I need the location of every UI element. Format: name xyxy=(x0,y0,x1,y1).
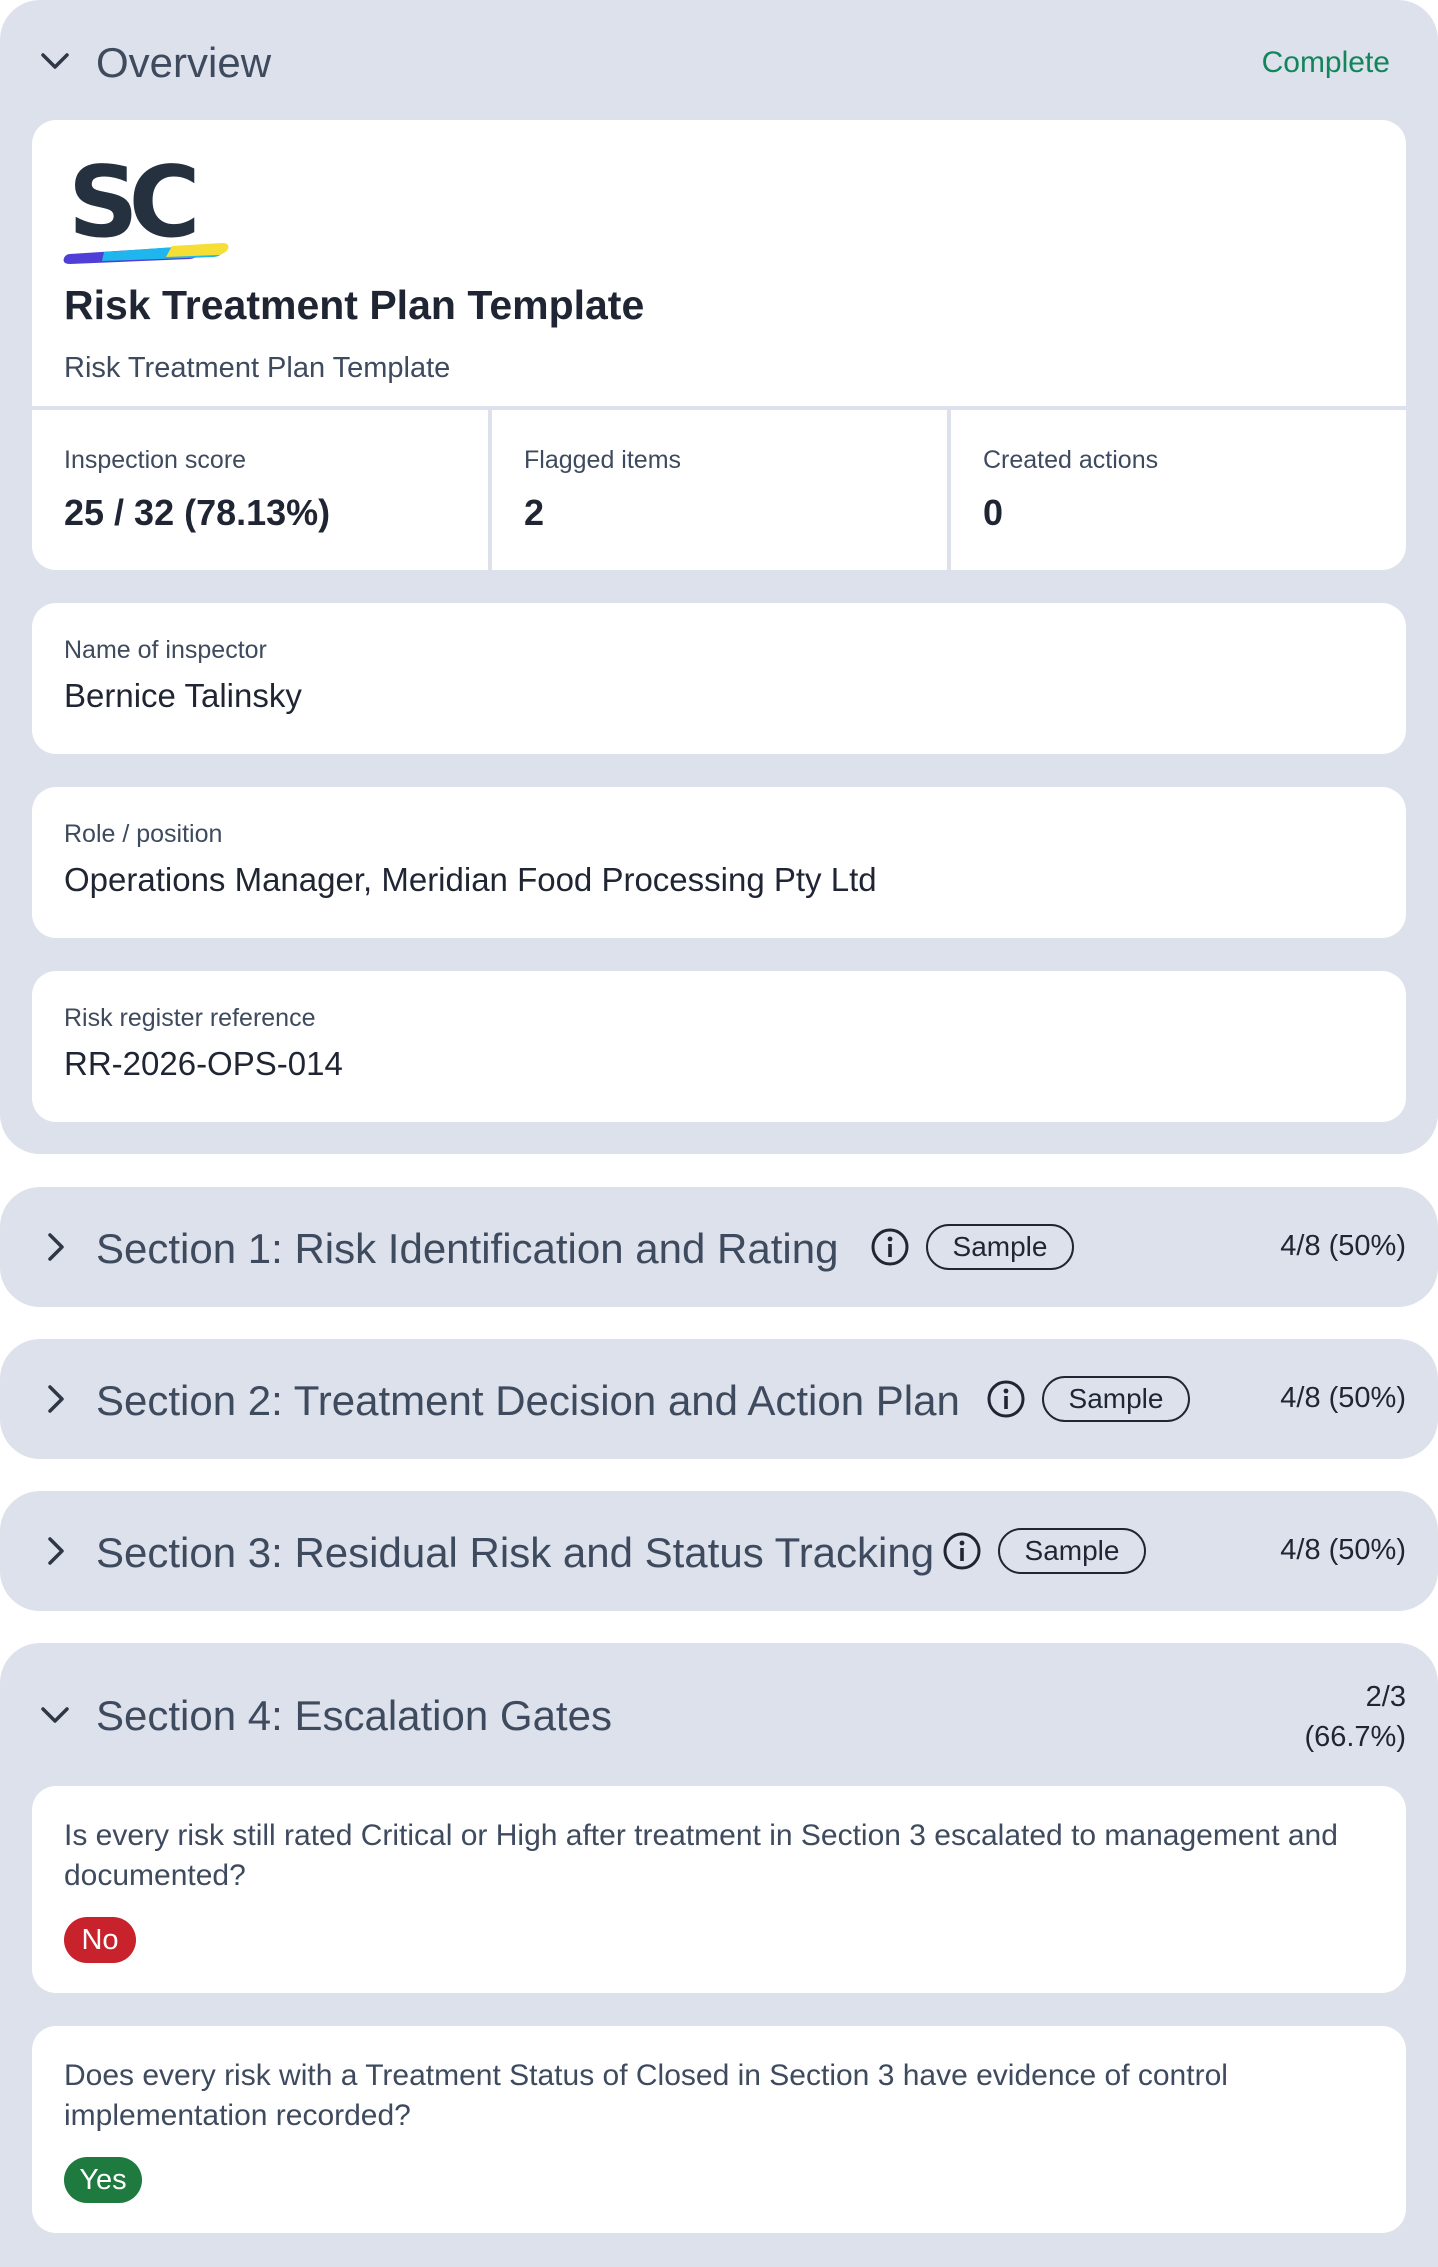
field-label: Role / position xyxy=(64,820,223,848)
answer-badge-yes: Yes xyxy=(64,2157,142,2203)
stat-card-flagged-items: Flagged items 2 xyxy=(492,410,947,570)
info-icon[interactable] xyxy=(870,1227,910,1267)
stat-value: 2 xyxy=(524,492,545,533)
stat-label: Inspection score xyxy=(64,446,247,474)
section-3-score: 4/8 (50%) xyxy=(1280,1534,1406,1566)
section-1-title: Section 1: Risk Identification and Ratin… xyxy=(96,1225,839,1272)
section-4-header[interactable]: Section 4: Escalation Gates 2/3 (66.7%) xyxy=(0,1643,1438,1783)
chevron-right-icon[interactable] xyxy=(38,1230,72,1264)
field-card-risk-register-reference[interactable]: Risk register reference RR-2026-OPS-014 xyxy=(32,971,1406,1122)
field-label: Risk register reference xyxy=(64,1004,316,1032)
question-text: Does every risk with a Treatment Status … xyxy=(64,2059,1228,2132)
section-2-title: Section 2: Treatment Decision and Action… xyxy=(96,1377,960,1424)
section-3-panel[interactable]: Section 3: Residual Risk and Status Trac… xyxy=(0,1491,1438,1611)
section-4-score-fraction: 2/3 xyxy=(1365,1681,1406,1713)
template-title: Risk Treatment Plan Template xyxy=(64,282,645,328)
field-value: RR-2026-OPS-014 xyxy=(64,1045,343,1082)
sample-tag: Sample xyxy=(998,1528,1146,1574)
answer-badge-no: No xyxy=(64,1917,136,1963)
question-card[interactable]: Does every risk with a Treatment Status … xyxy=(32,2026,1406,2233)
template-title-card: SC Risk Treatment Plan Template Risk Tre… xyxy=(32,120,1406,406)
section-2-panel[interactable]: Section 2: Treatment Decision and Action… xyxy=(0,1339,1438,1459)
question-card[interactable]: Is every risk still rated Critical or Hi… xyxy=(32,1786,1406,1993)
question-text: Is every risk still rated Critical or Hi… xyxy=(64,1819,1338,1892)
section-4-score-percent: (66.7%) xyxy=(1304,1721,1406,1753)
section-4-title: Section 4: Escalation Gates xyxy=(96,1692,612,1739)
overview-header[interactable]: Overview Complete xyxy=(0,0,1438,120)
field-value: Bernice Talinsky xyxy=(64,677,302,714)
stat-card-created-actions: Created actions 0 xyxy=(951,410,1406,570)
stat-value: 25 / 32 (78.13%) xyxy=(64,492,331,533)
info-icon[interactable] xyxy=(986,1379,1026,1419)
stat-value: 0 xyxy=(983,492,1004,533)
chevron-right-icon[interactable] xyxy=(38,1382,72,1416)
svg-text:SC: SC xyxy=(68,148,195,260)
field-label: Name of inspector xyxy=(64,636,267,664)
logo: SC xyxy=(62,146,238,266)
chevron-right-icon[interactable] xyxy=(38,1534,72,1568)
info-icon[interactable] xyxy=(942,1531,982,1571)
stats-row: Inspection score 25 / 32 (78.13%) Flagge… xyxy=(32,410,1406,570)
field-value: Operations Manager, Meridian Food Proces… xyxy=(64,861,877,898)
section-1-panel[interactable]: Section 1: Risk Identification and Ratin… xyxy=(0,1187,1438,1307)
chevron-down-icon[interactable] xyxy=(38,44,72,78)
section-1-score: 4/8 (50%) xyxy=(1280,1230,1406,1262)
section-3-title: Section 3: Residual Risk and Status Trac… xyxy=(96,1529,935,1576)
status-complete-label: Complete xyxy=(1261,46,1390,79)
stat-card-inspection-score: Inspection score 25 / 32 (78.13%) xyxy=(32,410,488,570)
stat-label: Created actions xyxy=(983,446,1159,474)
section-4-score: 2/3 (66.7%) xyxy=(1304,1677,1406,1757)
section-2-score: 4/8 (50%) xyxy=(1280,1382,1406,1414)
chevron-down-icon[interactable] xyxy=(38,1698,72,1732)
template-subtitle: Risk Treatment Plan Template xyxy=(64,352,451,384)
sample-tag: Sample xyxy=(926,1224,1074,1270)
sample-tag: Sample xyxy=(1042,1376,1190,1422)
section-4-panel: Section 4: Escalation Gates 2/3 (66.7%) … xyxy=(0,1643,1438,2267)
field-card-inspector-name[interactable]: Name of inspector Bernice Talinsky xyxy=(32,603,1406,754)
overview-panel: Overview Complete SC Risk Treatment Plan… xyxy=(0,0,1438,1154)
overview-title: Overview xyxy=(96,39,272,86)
stat-label: Flagged items xyxy=(524,446,682,474)
field-card-role-position[interactable]: Role / position Operations Manager, Meri… xyxy=(32,787,1406,938)
